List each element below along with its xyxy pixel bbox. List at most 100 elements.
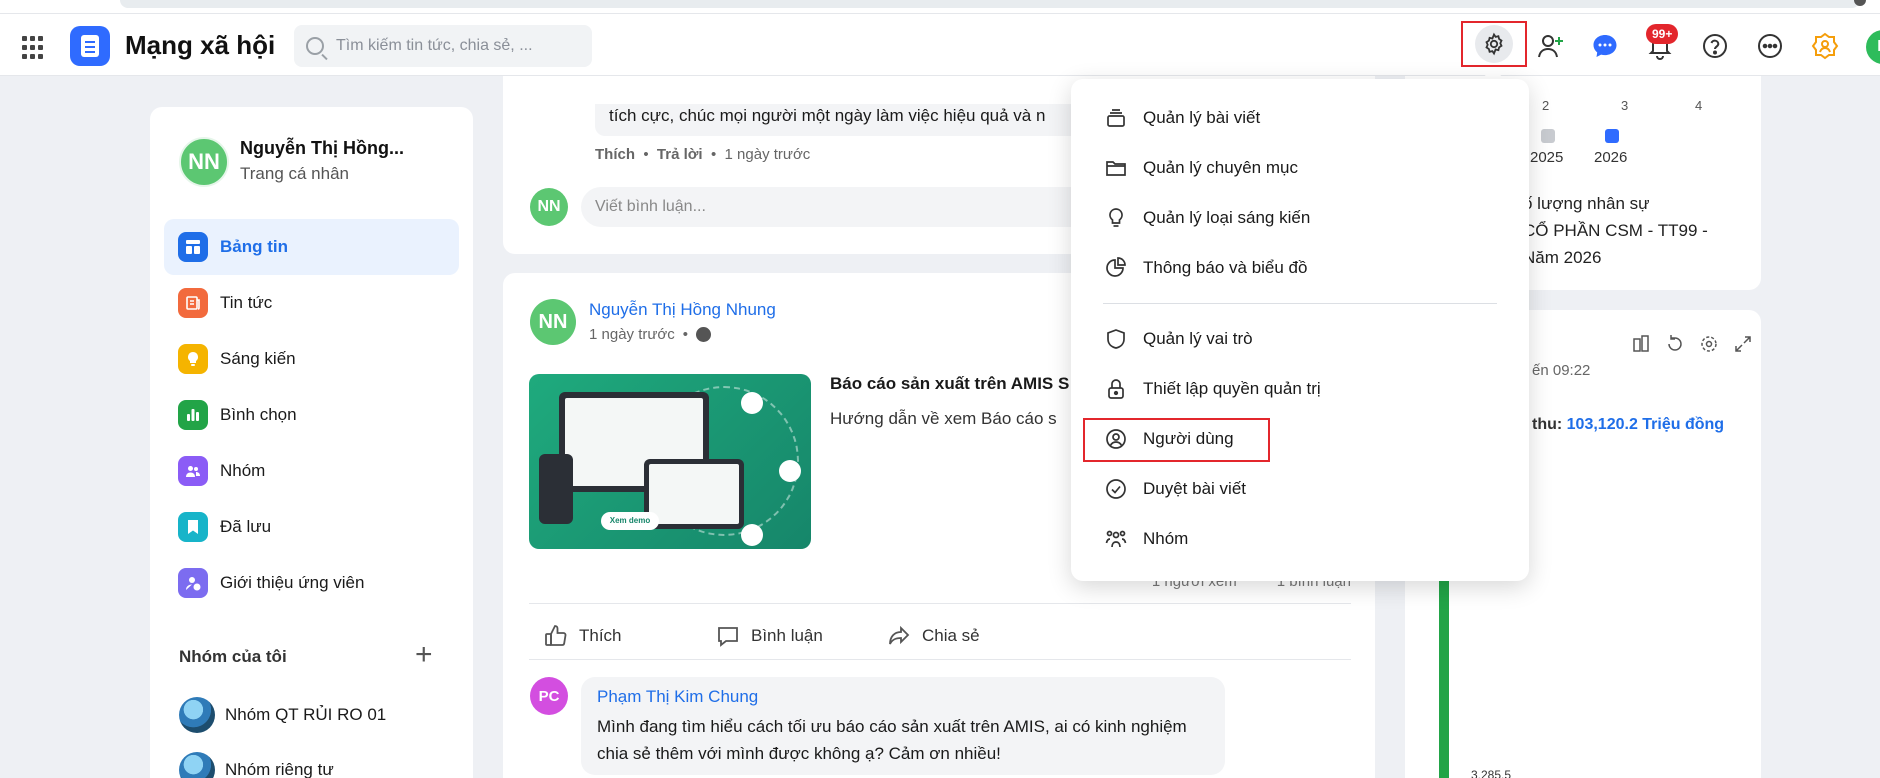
group-name: Nhóm riêng tư	[225, 760, 334, 778]
menu-item-label: Quản lý loại sáng kiến	[1143, 208, 1311, 227]
reply-comment-link[interactable]: Trả lời	[657, 146, 703, 163]
menu-item-manage-initiative-types[interactable]: Quản lý loại sáng kiến	[1103, 198, 1310, 238]
map-pin-icon	[1811, 32, 1839, 60]
my-groups-header: Nhóm của tôi	[179, 647, 287, 666]
sidebar-item-label: Nhóm	[220, 461, 266, 480]
menu-item-manage-categories[interactable]: Quản lý chuyên mục	[1103, 148, 1298, 188]
folder-icon	[1103, 155, 1129, 181]
post-author-name[interactable]: Nguyễn Thị Hồng Nhung	[589, 300, 776, 320]
like-button[interactable]: Thích	[543, 623, 622, 649]
comment-text: tích cực, chúc mọi người một ngày làm vi…	[595, 104, 1115, 136]
group-name: Nhóm QT RỦI RO 01	[225, 705, 387, 724]
check-circle-icon	[1103, 476, 1129, 502]
sidebar-item-label: Đã lưu	[220, 517, 272, 536]
post-link-description: Hướng dẫn về xem Báo cáo s	[830, 409, 1057, 428]
menu-item-admin-permissions[interactable]: Thiết lập quyền quản trị	[1103, 369, 1321, 409]
settings-dropdown-menu: Quản lý bài viết Quản lý chuyên mục Quản…	[1071, 79, 1529, 581]
user-circle-icon	[1103, 426, 1129, 452]
app-title: Mạng xã hội	[125, 30, 276, 60]
menu-item-manage-roles[interactable]: Quản lý vai trò	[1103, 319, 1253, 359]
expand-icon[interactable]	[1733, 334, 1753, 354]
reply-author-avatar[interactable]: PC	[530, 677, 568, 715]
comment-button[interactable]: Bình luận	[715, 623, 823, 649]
profile-name[interactable]: Nguyễn Thị Hồng...	[240, 138, 404, 159]
legend-swatch-2026	[1605, 129, 1619, 143]
shield-icon	[1103, 326, 1129, 352]
lightbulb-icon	[178, 344, 208, 374]
help-button[interactable]	[1698, 29, 1732, 63]
post-author-avatar[interactable]: NN	[530, 299, 576, 345]
gear-icon	[1485, 32, 1503, 56]
post-link-thumbnail[interactable]: Xem demo	[529, 374, 811, 549]
post-link-title[interactable]: Báo cáo sản xuất trên AMIS S	[830, 374, 1095, 394]
top-bar: Mạng xã hội 99+ N	[0, 14, 1880, 76]
reply-text: Mình đang tìm hiểu cách tối ưu báo cáo s…	[597, 717, 1187, 763]
comment-actions: Thích • Trả lời • 1 ngày trước	[595, 146, 811, 163]
bookmark-icon	[178, 512, 208, 542]
profile-avatar[interactable]: NN	[179, 137, 229, 187]
gear-icon[interactable]	[1699, 334, 1719, 354]
settings-button[interactable]	[1461, 21, 1527, 67]
sidebar-item-newsfeed[interactable]: Bảng tin	[164, 219, 459, 275]
user-avatar[interactable]: N	[1866, 30, 1880, 64]
like-label: Thích	[579, 626, 622, 645]
sidebar-item-refer-candidate[interactable]: Giới thiệu ứng viên	[164, 555, 459, 611]
sidebar-item-saved[interactable]: Đã lưu	[164, 499, 459, 555]
sidebar-item-initiatives[interactable]: Sáng kiến	[164, 331, 459, 387]
widget-updated-time: ến 09:22	[1532, 362, 1591, 379]
profile-link[interactable]: Trang cá nhân	[240, 164, 349, 184]
post-time: 1 ngày trước	[589, 326, 675, 343]
menu-item-label: Quản lý chuyên mục	[1143, 158, 1298, 177]
commenter-avatar: NN	[530, 188, 568, 226]
group-icon	[178, 456, 208, 486]
menu-item-manage-posts[interactable]: Quản lý bài viết	[1103, 98, 1260, 138]
more-button[interactable]	[1753, 29, 1787, 63]
pie-chart-icon	[1103, 255, 1129, 281]
revenue-value: 103,120.2 Triệu đồng	[1566, 416, 1725, 433]
lock-icon	[1103, 376, 1129, 402]
reply-comment: Phạm Thị Kim Chung Mình đang tìm hiểu cá…	[581, 677, 1225, 775]
menu-item-label: Người dùng	[1143, 429, 1234, 448]
add-friend-button[interactable]	[1534, 29, 1568, 63]
sidebar-item-news[interactable]: Tin tức	[164, 275, 459, 331]
menu-item-users[interactable]: Người dùng	[1103, 419, 1234, 459]
menu-item-notifications-charts[interactable]: Thông báo và biểu đồ	[1103, 248, 1307, 288]
sidebar-item-groups[interactable]: Nhóm	[164, 443, 459, 499]
users-icon	[1103, 526, 1129, 552]
legend-label: 2025	[1530, 149, 1564, 166]
post-meta: 1 ngày trước •	[589, 326, 712, 343]
refresh-icon[interactable]	[1665, 334, 1685, 354]
add-user-icon	[1538, 35, 1563, 58]
newsfeed-icon	[178, 232, 208, 262]
location-button[interactable]	[1808, 29, 1842, 63]
app-logo[interactable]	[70, 26, 110, 66]
reply-author-name[interactable]: Phạm Thị Kim Chung	[597, 687, 1209, 707]
group-thumbnail	[179, 752, 215, 778]
chart-tick: 4	[1695, 98, 1703, 113]
widget-toolbar	[1631, 334, 1753, 354]
legend-swatch-2025	[1541, 129, 1555, 143]
refer-candidate-icon	[178, 568, 208, 598]
search-box[interactable]	[294, 25, 592, 67]
search-input[interactable]	[336, 37, 566, 55]
legend-label: 2026	[1594, 149, 1628, 166]
chat-icon	[1593, 35, 1617, 57]
globe-icon	[696, 327, 712, 342]
like-comment-link[interactable]: Thích	[595, 146, 635, 163]
app-grid-icon[interactable]	[22, 36, 46, 60]
sidebar-item-polls[interactable]: Bình chọn	[164, 387, 459, 443]
switch-chart-icon[interactable]	[1631, 334, 1651, 354]
menu-item-approve-posts[interactable]: Duyệt bài viết	[1103, 469, 1246, 509]
menu-item-label: Nhóm	[1143, 529, 1189, 548]
add-group-button[interactable]: +	[415, 640, 433, 670]
share-button[interactable]: Chia sẻ	[886, 623, 980, 649]
news-icon	[178, 288, 208, 318]
chart-bar	[1439, 578, 1449, 778]
lightbulb-outline-icon	[1103, 205, 1129, 231]
group-list-item[interactable]: Nhóm riêng tư	[179, 752, 334, 778]
more-icon	[1758, 34, 1782, 58]
group-list-item[interactable]: Nhóm QT RỦI RO 01	[179, 697, 386, 733]
menu-item-groups[interactable]: Nhóm	[1103, 519, 1188, 559]
messages-button[interactable]	[1588, 29, 1622, 63]
sidebar-item-label: Giới thiệu ứng viên	[220, 573, 365, 592]
